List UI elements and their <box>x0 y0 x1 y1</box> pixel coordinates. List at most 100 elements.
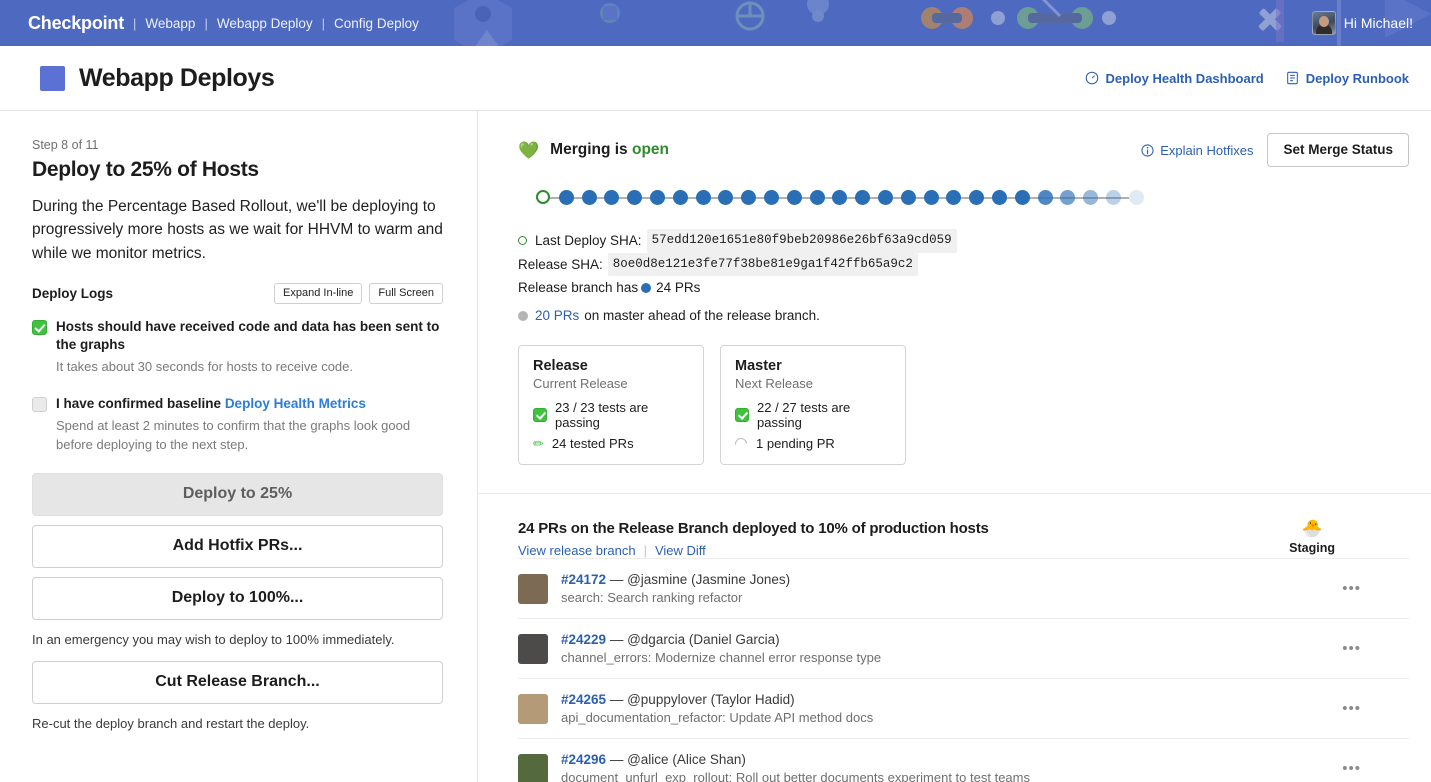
progress-dot[interactable] <box>946 190 961 205</box>
progress-dot[interactable] <box>969 190 984 205</box>
nav-link-config-deploy[interactable]: Config Deploy <box>334 16 419 31</box>
progress-dot[interactable] <box>650 190 665 205</box>
pr-number-link[interactable]: #24172 <box>561 572 606 587</box>
deploy-runbook-link[interactable]: Deploy Runbook <box>1286 71 1409 86</box>
deploy-to-100-button[interactable]: Deploy to 100%... <box>32 577 443 620</box>
progress-dot-start[interactable] <box>536 190 550 204</box>
add-hotfix-prs-button[interactable]: Add Hotfix PRs... <box>32 525 443 568</box>
progress-dot[interactable] <box>855 190 870 205</box>
release-sha-row: Release SHA: 8oe0d8e121e3fe77f38be81e9ga… <box>518 253 1409 277</box>
pr-description: channel_errors: Modernize channel error … <box>561 650 1342 665</box>
view-release-branch-link[interactable]: View release branch <box>518 543 636 558</box>
pr-row[interactable]: #24265 — @puppylover (Taylor Hadid)api_d… <box>518 678 1409 738</box>
progress-dot[interactable] <box>604 190 619 205</box>
pr-text: #24265 — @puppylover (Taylor Hadid)api_d… <box>561 692 1342 725</box>
master-card-title: Master <box>735 358 891 374</box>
merge-actions: Explain Hotfixes Set Merge Status <box>1141 133 1409 167</box>
progress-dot[interactable] <box>787 190 802 205</box>
progress-dot[interactable] <box>718 190 733 205</box>
merge-status-text: Merging is open <box>550 141 669 159</box>
pr-overflow-menu-button[interactable]: ••• <box>1342 640 1409 657</box>
checklist-item-baseline-metrics[interactable]: I have confirmed baseline Deploy Health … <box>32 395 443 455</box>
nav-link-webapp-deploy[interactable]: Webapp Deploy <box>217 16 313 31</box>
cut-release-branch-button[interactable]: Cut Release Branch... <box>32 661 443 704</box>
progress-dot[interactable] <box>559 190 574 205</box>
deploy-progress-dots[interactable] <box>528 187 1409 209</box>
progress-dot[interactable] <box>901 190 916 205</box>
pr-number-link[interactable]: #24296 <box>561 752 606 767</box>
merge-status-row: 💚 Merging is open Explain Hotfixes Set M… <box>518 133 1409 167</box>
release-card: Release Current Release 23 / 23 tests ar… <box>518 345 704 465</box>
merge-status-value: open <box>632 141 669 158</box>
progress-dot[interactable] <box>1129 190 1144 205</box>
full-screen-button[interactable]: Full Screen <box>369 283 443 304</box>
open-circle-icon <box>518 236 527 245</box>
pr-overflow-menu-button[interactable]: ••• <box>1342 760 1409 777</box>
release-card-title: Release <box>533 358 689 374</box>
progress-dot[interactable] <box>1038 190 1053 205</box>
pr-meta-line: #24296 — @alice (Alice Shan) <box>561 752 1342 767</box>
progress-dot[interactable] <box>627 190 642 205</box>
release-sha-value[interactable]: 8oe0d8e121e3fe77f38be81e9ga1f42ffb65a9c2 <box>608 253 918 277</box>
last-deploy-sha-label: Last Deploy SHA: <box>535 229 642 252</box>
pr-number-link[interactable]: #24229 <box>561 632 606 647</box>
progress-dot[interactable] <box>696 190 711 205</box>
deploy-logs-header: Deploy Logs Expand In-line Full Screen <box>32 283 443 304</box>
checklist-item-hosts-received[interactable]: Hosts should have received code and data… <box>32 318 443 377</box>
recut-helper-text: Re-cut the deploy branch and restart the… <box>32 716 443 731</box>
user-area[interactable]: Hi Michael! <box>1312 11 1413 35</box>
pr-row[interactable]: #24296 — @alice (Alice Shan)document_unf… <box>518 738 1409 782</box>
pr-row[interactable]: #24172 — @jasmine (Jasmine Jones)search:… <box>518 558 1409 618</box>
release-sha-label: Release SHA: <box>518 253 603 276</box>
nav-separator-1: | <box>133 16 136 31</box>
progress-dot[interactable] <box>741 190 756 205</box>
last-deploy-sha-row: Last Deploy SHA: 57edd120e1651e80f9beb20… <box>518 229 1409 253</box>
checkbox-checked-icon[interactable] <box>32 320 47 335</box>
checkbox-unchecked-icon[interactable] <box>32 397 47 412</box>
set-merge-status-button[interactable]: Set Merge Status <box>1267 133 1409 167</box>
progress-dot[interactable] <box>1083 190 1098 205</box>
deploy-health-metrics-link[interactable]: Deploy Health Metrics <box>225 396 366 411</box>
pr-author-name: (Taylor Hadid) <box>711 692 795 707</box>
progress-dot[interactable] <box>673 190 688 205</box>
staging-badge: 🐣 Staging <box>1289 520 1409 555</box>
nav-link-webapp[interactable]: Webapp <box>145 16 195 31</box>
progress-dot[interactable] <box>1060 190 1075 205</box>
explain-hotfixes-label: Explain Hotfixes <box>1160 143 1253 158</box>
grey-dot-icon <box>518 311 528 321</box>
progress-dot[interactable] <box>810 190 825 205</box>
progress-dot[interactable] <box>1015 190 1030 205</box>
pr-meta-line: #24265 — @puppylover (Taylor Hadid) <box>561 692 1342 707</box>
main-split: Step 8 of 11 Deploy to 25% of Hosts Duri… <box>0 111 1431 782</box>
pr-overflow-menu-button[interactable]: ••• <box>1342 700 1409 717</box>
progress-dot[interactable] <box>992 190 1007 205</box>
pr-text: #24229 — @dgarcia (Daniel Garcia)channel… <box>561 632 1342 665</box>
link-separator: | <box>644 543 647 558</box>
pr-number-link[interactable]: #24265 <box>561 692 606 707</box>
deploy-health-dashboard-label: Deploy Health Dashboard <box>1106 71 1264 86</box>
progress-dot[interactable] <box>764 190 779 205</box>
pr-overflow-menu-button[interactable]: ••• <box>1342 580 1409 597</box>
progress-dot[interactable] <box>1106 190 1121 205</box>
merge-status-section: 💚 Merging is open Explain Hotfixes Set M… <box>478 111 1431 494</box>
view-diff-link[interactable]: View Diff <box>655 543 706 558</box>
master-ahead-prs-link[interactable]: 20 PRs <box>535 304 579 327</box>
pr-text: #24296 — @alice (Alice Shan)document_unf… <box>561 752 1342 782</box>
progress-dot[interactable] <box>582 190 597 205</box>
master-card-pending: 1 pending PR <box>756 436 835 451</box>
master-card-pending-row: 1 pending PR <box>735 436 891 451</box>
deploy-to-25-button[interactable]: Deploy to 25% <box>32 473 443 516</box>
expand-inline-button[interactable]: Expand In-line <box>274 283 362 304</box>
checklist-item-hint: Spend at least 2 minutes to confirm that… <box>56 417 443 455</box>
pr-row[interactable]: #24229 — @dgarcia (Daniel Garcia)channel… <box>518 618 1409 678</box>
progress-dot[interactable] <box>832 190 847 205</box>
last-deploy-sha-value[interactable]: 57edd120e1651e80f9beb20986e26bf63a9cd059 <box>647 229 957 253</box>
explain-hotfixes-link[interactable]: Explain Hotfixes <box>1141 143 1253 158</box>
deploy-health-dashboard-link[interactable]: Deploy Health Dashboard <box>1085 71 1264 86</box>
progress-dot[interactable] <box>924 190 939 205</box>
book-icon <box>1286 71 1299 85</box>
pr-list-title: 24 PRs on the Release Branch deployed to… <box>518 520 989 537</box>
progress-dot[interactable] <box>878 190 893 205</box>
pr-author-avatar <box>518 754 548 782</box>
pr-meta-line: #24172 — @jasmine (Jasmine Jones) <box>561 572 1342 587</box>
